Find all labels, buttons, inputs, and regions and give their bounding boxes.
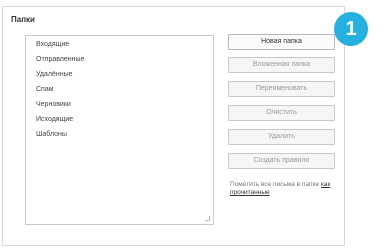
delete-button[interactable]: Удалить	[228, 129, 335, 145]
folder-name: Исходящие	[36, 116, 74, 123]
folder-name: Отправленные	[36, 56, 85, 63]
folders-panel: Папки Входящие Отправленные Удалённые Сп…	[2, 6, 345, 246]
folder-name: Черновики	[36, 101, 71, 108]
subfolder-button[interactable]: Вложенная папка	[228, 57, 335, 73]
folder-name: Удалённые	[36, 71, 73, 78]
new-folder-button[interactable]: Новая папка	[228, 34, 335, 50]
panel-title: Папки	[11, 15, 35, 24]
folder-list[interactable]: Входящие Отправленные Удалённые Спам Чер…	[25, 35, 214, 225]
clear-button[interactable]: Очистить	[228, 105, 335, 121]
folder-name: Входящие	[36, 41, 70, 48]
folder-item-inbox[interactable]: Входящие	[26, 38, 213, 52]
create-rule-button[interactable]: Создать правило	[228, 153, 335, 169]
folder-item-deleted[interactable]: Удалённые	[26, 68, 213, 82]
resize-grip-icon[interactable]	[205, 216, 210, 221]
rename-button[interactable]: Переименовать	[228, 81, 335, 97]
mark-read-hint: Пометить все письма в папке как прочитан…	[230, 181, 340, 197]
folder-item-spam[interactable]: Спам	[26, 83, 213, 97]
folder-item-drafts[interactable]: Черновики	[26, 98, 213, 112]
folder-name: Спам	[36, 86, 54, 93]
folder-item-outbox[interactable]: Исходящие	[26, 113, 213, 127]
folder-item-templates[interactable]: Шаблоны	[26, 128, 213, 142]
folder-name: Шаблоны	[36, 131, 67, 138]
step-number-badge: 1	[334, 12, 368, 46]
hint-text: Пометить все письма в папке	[230, 181, 320, 188]
folder-item-sent[interactable]: Отправленные	[26, 53, 213, 67]
